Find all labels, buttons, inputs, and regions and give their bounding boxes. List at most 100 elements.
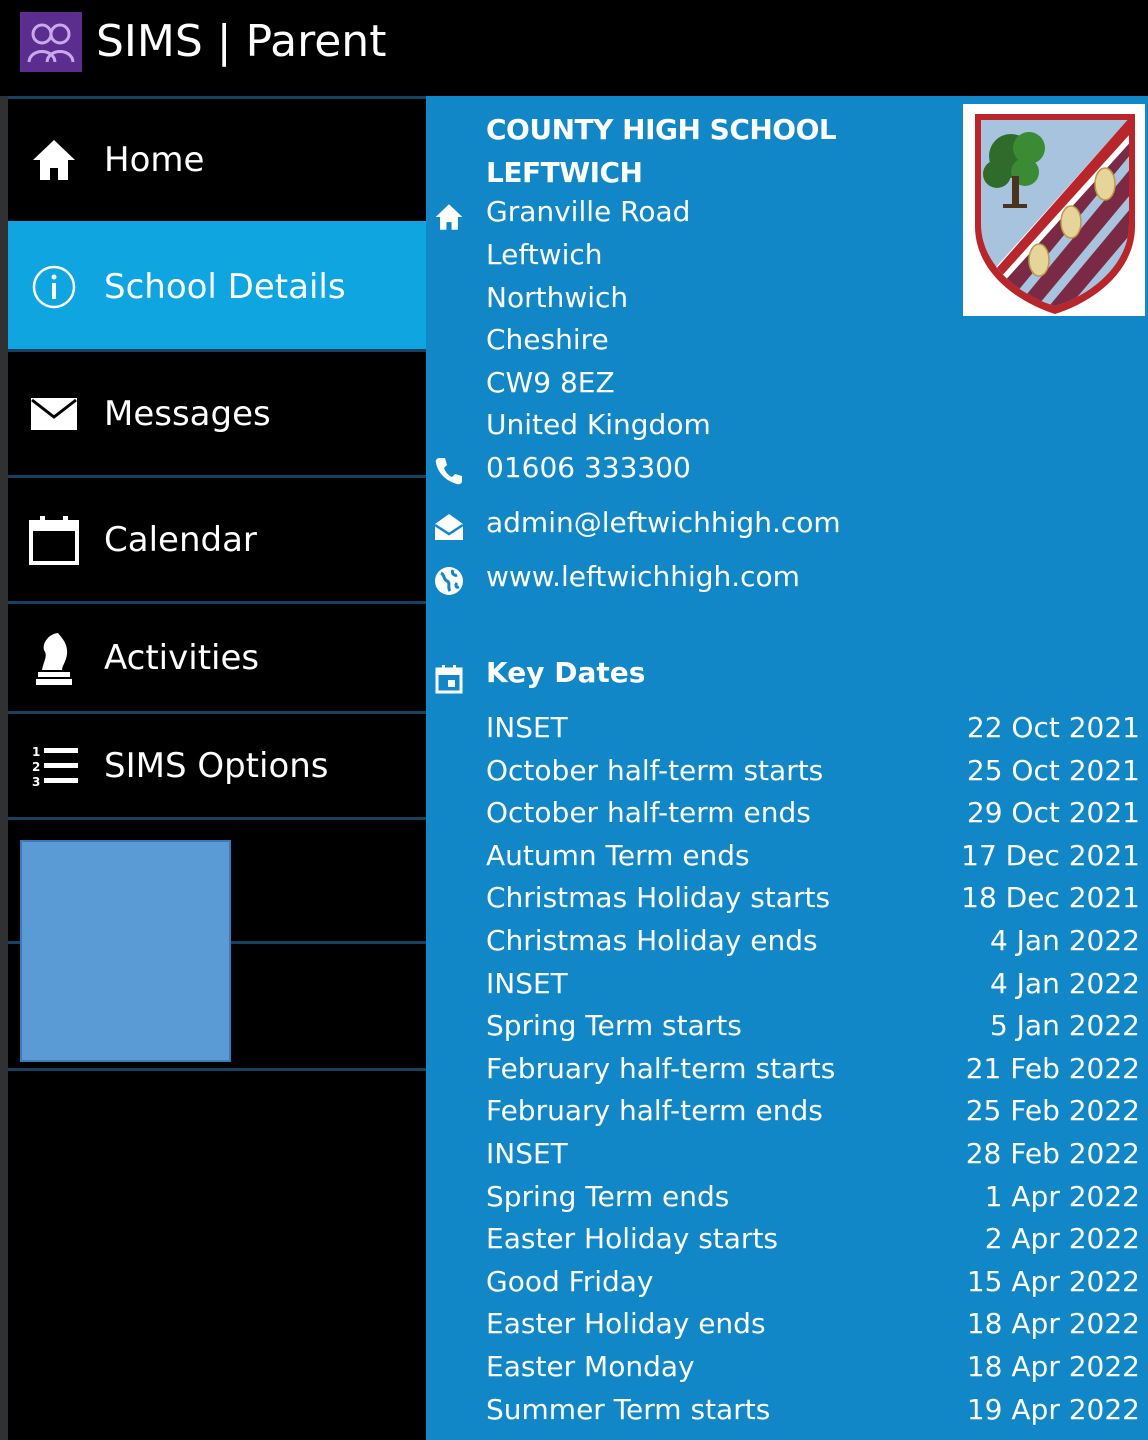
school-details-panel: COUNTY HIGH SCHOOL LEFTWICH Granville Ro… (426, 96, 1148, 1440)
key-date-value: 21 Feb 2022 (965, 1051, 1140, 1085)
sidebar-item-label: SIMS Options (104, 745, 329, 786)
key-date-row: Spring Term starts 5 Jan 2022 (486, 1006, 1140, 1046)
key-date-row: Easter Holiday starts 2 Apr 2022 (486, 1219, 1140, 1259)
svg-text:3: 3 (32, 775, 40, 789)
school-name-line2: LEFTWICH (486, 156, 643, 189)
key-date-value: 17 Dec 2021 (961, 838, 1140, 872)
address-line: CW9 8EZ (486, 366, 615, 399)
top-bar: SIMS | Parent (0, 0, 1148, 96)
address-line: Leftwich (486, 238, 603, 271)
key-date-event: Christmas Holiday ends (486, 924, 818, 957)
nav-divider (8, 1068, 426, 1071)
key-date-row: February half-term starts 21 Feb 2022 (486, 1049, 1140, 1089)
chess-knight-icon (26, 630, 82, 686)
sidebar-item-school-details[interactable]: School Details (8, 221, 426, 349)
key-date-event: Easter Holiday ends (486, 1307, 766, 1341)
calendar-icon (432, 662, 466, 696)
sims-parent-logo-icon (20, 12, 82, 72)
key-date-value: 4 Jan 2022 (989, 966, 1140, 1000)
key-date-event: February half-term ends (486, 1094, 823, 1128)
home-icon (26, 132, 82, 188)
key-date-event: Good Friday (486, 1264, 654, 1298)
sidebar-item-label: Messages (104, 393, 271, 434)
sidebar-item-label: Home (104, 140, 205, 180)
key-date-value: 28 Feb 2022 (965, 1137, 1140, 1170)
sidebar-item-sims-options[interactable]: 123 SIMS Options (8, 711, 426, 817)
envelope-icon (26, 386, 82, 442)
key-date-value: 22 Oct 2021 (966, 711, 1140, 744)
key-date-row: Christmas Holiday starts 18 Dec 2021 (486, 878, 1140, 918)
address-line: Cheshire (486, 323, 609, 356)
address-line: United Kingdom (486, 408, 711, 441)
key-date-value: 1 Apr 2022 (984, 1179, 1140, 1213)
key-dates-title: Key Dates (486, 656, 646, 689)
sidebar-item-label: School Details (104, 266, 346, 307)
key-date-event: October half-term ends (486, 796, 811, 830)
calendar-icon (26, 512, 82, 568)
key-date-row: October half-term ends 29 Oct 2021 (486, 793, 1140, 833)
key-date-row: Easter Monday 18 Apr 2022 (486, 1347, 1140, 1387)
student-photo[interactable] (20, 840, 231, 1062)
school-name: COUNTY HIGH SCHOOL LEFTWICH (486, 108, 837, 194)
website-link[interactable]: www.leftwichhigh.com (486, 559, 800, 595)
sidebar-item-messages[interactable]: Messages (8, 349, 426, 475)
key-date-row: Easter Holiday ends 18 Apr 2022 (486, 1304, 1140, 1344)
key-date-value: 5 Jan 2022 (989, 1009, 1140, 1043)
key-date-value: 25 Feb 2022 (965, 1094, 1140, 1128)
phone-icon (432, 454, 466, 488)
key-date-row: October half-term starts 25 Oct 2021 (486, 751, 1140, 791)
sidebar-nav: Home School Details Messages Calendar Ac… (8, 96, 426, 1440)
info-icon (26, 259, 82, 315)
key-date-row: Spring Term ends 1 Apr 2022 (486, 1177, 1140, 1217)
school-name-line1: COUNTY HIGH SCHOOL (486, 113, 837, 146)
key-date-value: 4 Jan 2022 (989, 924, 1140, 957)
svg-text:1: 1 (32, 745, 40, 759)
globe-icon (432, 564, 466, 598)
key-date-event: INSET (486, 711, 568, 744)
sidebar-item-activities[interactable]: Activities (8, 601, 426, 711)
key-date-value: 18 Apr 2022 (966, 1307, 1140, 1341)
key-date-event: INSET (486, 966, 568, 1000)
sidebar-item-home[interactable]: Home (8, 96, 426, 221)
app-title: SIMS | Parent (96, 16, 387, 67)
svg-text:2: 2 (32, 760, 40, 774)
key-date-value: 25 Oct 2021 (966, 753, 1140, 787)
key-date-row: Autumn Term ends 17 Dec 2021 (486, 836, 1140, 876)
nav-divider (8, 817, 426, 820)
key-date-event: Easter Monday (486, 1350, 695, 1383)
key-date-value: 2 Apr 2022 (984, 1222, 1140, 1256)
phone-number[interactable]: 01606 333300 (486, 450, 691, 486)
sidebar-item-calendar[interactable]: Calendar (8, 475, 426, 601)
key-date-value: 18 Apr 2022 (966, 1350, 1140, 1383)
key-date-value: 15 Apr 2022 (966, 1264, 1140, 1298)
sidebar-item-label: Calendar (104, 519, 257, 560)
home-icon (432, 200, 466, 234)
key-date-event: Summer Term starts (486, 1392, 771, 1426)
key-date-value: 29 Oct 2021 (966, 796, 1140, 830)
key-date-event: February half-term starts (486, 1051, 836, 1085)
key-date-row: February half-term ends 25 Feb 2022 (486, 1091, 1140, 1131)
key-date-event: Easter Holiday starts (486, 1222, 779, 1256)
sidebar-item-label: Activities (104, 637, 260, 678)
address-line: Granville Road (486, 195, 691, 228)
key-date-row: INSET 4 Jan 2022 (486, 964, 1140, 1004)
key-date-event: Autumn Term ends (486, 838, 750, 872)
key-date-event: Christmas Holiday starts (486, 881, 831, 915)
window-edge (0, 96, 8, 1440)
key-date-row: INSET 28 Feb 2022 (486, 1134, 1140, 1174)
key-date-event: Spring Term starts (486, 1009, 742, 1043)
key-date-value: 18 Dec 2021 (961, 881, 1140, 915)
address-line: Northwich (486, 281, 629, 314)
open-envelope-icon (432, 510, 466, 544)
key-date-event: INSET (486, 1137, 568, 1170)
numbered-list-icon: 123 (26, 738, 82, 794)
email-link[interactable]: admin@leftwichhigh.com (486, 505, 841, 541)
key-date-row: Summer Term starts 19 Apr 2022 (486, 1390, 1140, 1430)
key-date-event: October half-term starts (486, 753, 824, 787)
school-crest-logo (963, 104, 1145, 316)
key-date-row: Good Friday 15 Apr 2022 (486, 1262, 1140, 1302)
key-date-event: Spring Term ends (486, 1179, 730, 1213)
key-date-row: Christmas Holiday ends 4 Jan 2022 (486, 921, 1140, 961)
key-date-row: INSET 22 Oct 2021 (486, 708, 1140, 748)
key-date-value: 19 Apr 2022 (966, 1392, 1140, 1426)
